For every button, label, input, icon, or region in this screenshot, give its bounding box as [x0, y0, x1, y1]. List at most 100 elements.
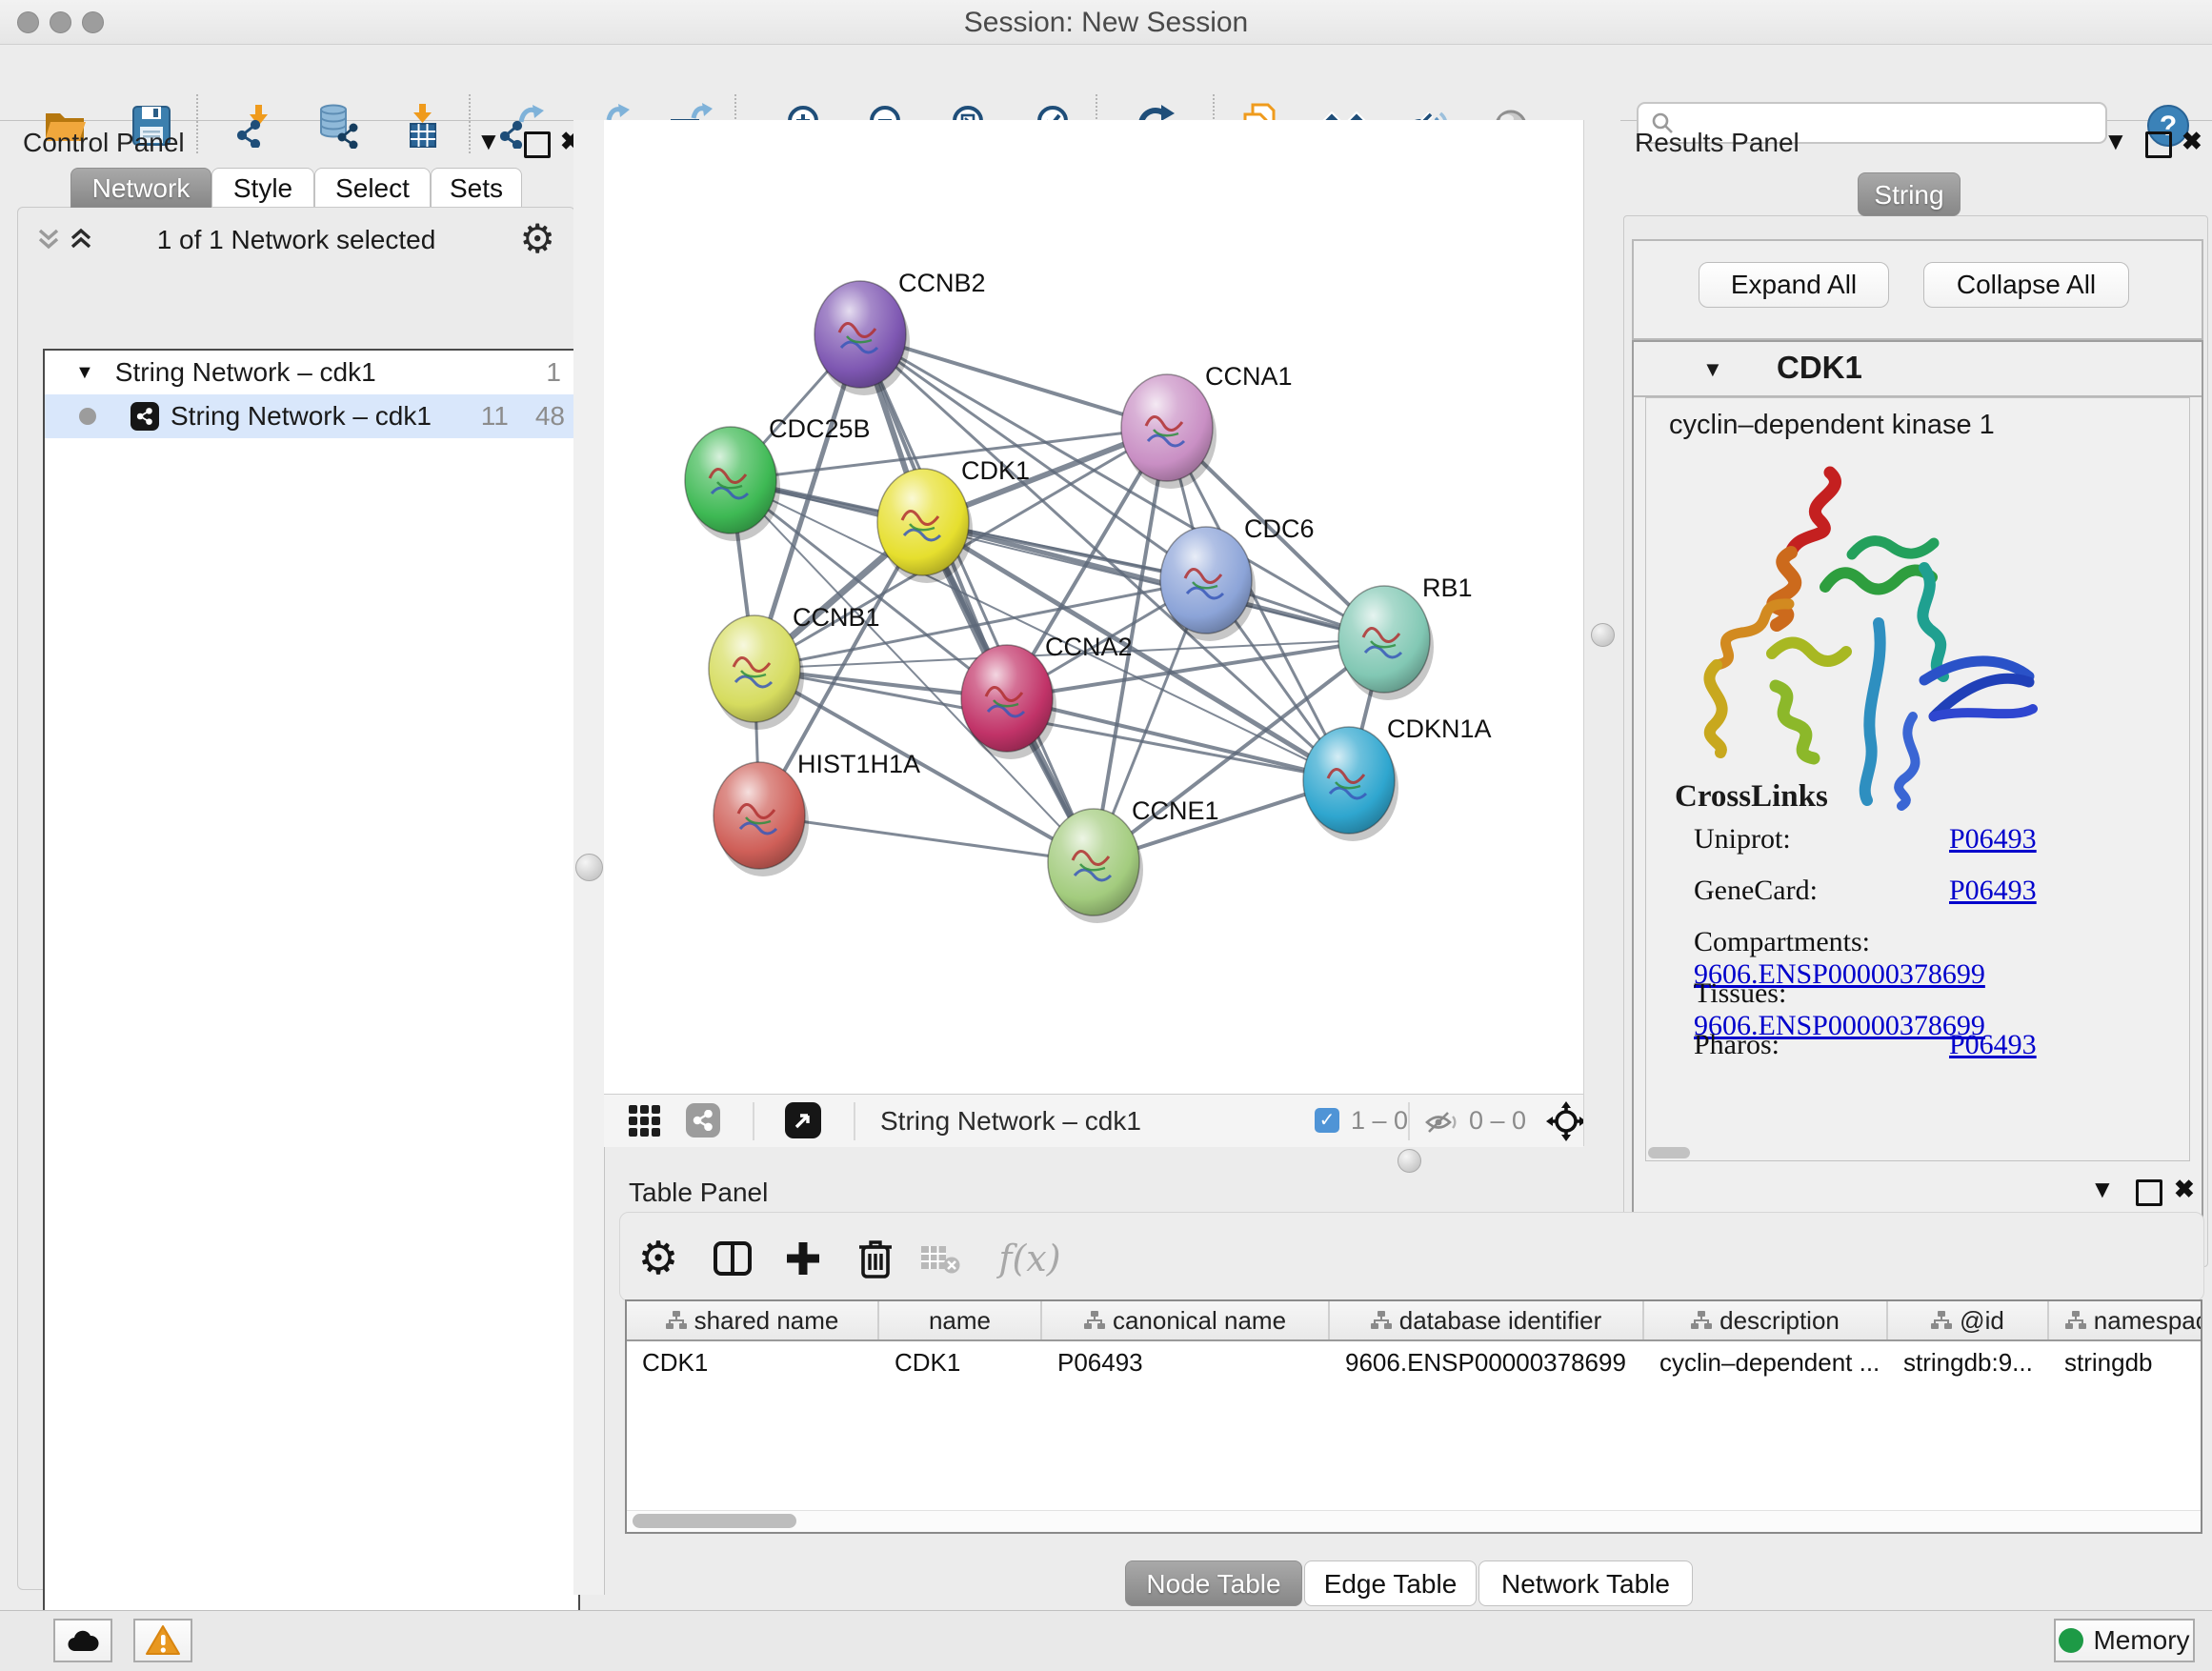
tab-edge-table[interactable]: Edge Table: [1304, 1560, 1477, 1606]
add-column-button[interactable]: [774, 1230, 832, 1287]
delete-table-icon: [919, 1242, 961, 1275]
node-label-cdk1: CDK1: [961, 456, 1030, 485]
network-node-ccnb2[interactable]: [814, 281, 910, 395]
table-panel-close-icon[interactable]: ✖: [2174, 1176, 2195, 1202]
table-header-row: shared namename canonical name database id…: [627, 1301, 2201, 1341]
crosslinks-list: Uniprot:P06493GeneCard:P06493Compartment…: [1694, 823, 2180, 1080]
network-node-cdk1[interactable]: [877, 469, 973, 583]
network-canvas[interactable]: CCNB2CCNA1CDC25BCDK1CDC6RB1CCNB1CCNA2CDK…: [604, 120, 1583, 1094]
control-panel: Control Panel ▼ ✖ Network Style Select S…: [10, 120, 573, 1595]
tab-select[interactable]: Select: [314, 168, 431, 208]
right-splitter-handle[interactable]: [1591, 623, 1615, 647]
warning-icon: [145, 1624, 181, 1657]
table-row[interactable]: CDK1CDK1P064939606.ENSP00000378699cyclin…: [627, 1341, 2201, 1383]
share-view-icon[interactable]: [686, 1103, 720, 1137]
crosshair-icon[interactable]: [1545, 1100, 1587, 1142]
table-gear-button[interactable]: ⚙: [630, 1230, 687, 1287]
crosslink-link[interactable]: P06493: [1949, 823, 2037, 855]
control-panel-maximize-icon[interactable]: [524, 131, 551, 158]
results-panel-close-icon[interactable]: ✖: [2182, 128, 2202, 154]
plus-icon: [784, 1239, 822, 1278]
node-label-ccna1: CCNA1: [1205, 362, 1293, 391]
table-hscrollbar[interactable]: [627, 1510, 2201, 1532]
expand-all-button[interactable]: Expand All: [1699, 262, 1889, 308]
table-cell: stringdb: [2049, 1348, 2202, 1378]
results-panel-float-icon[interactable]: ▼: [2103, 128, 2128, 154]
columns-button[interactable]: [704, 1230, 761, 1287]
delete-table-button[interactable]: [912, 1230, 969, 1287]
results-panel-title: Results Panel: [1635, 128, 1800, 158]
column-tree-icon: [1931, 1311, 1952, 1330]
column-header-description[interactable]: description: [1644, 1301, 1888, 1339]
left-splitter[interactable]: [573, 120, 605, 1595]
main-toolbar: ?: [0, 45, 2212, 121]
bottom-splitter-handle[interactable]: [1398, 1149, 1421, 1173]
warning-button[interactable]: [133, 1619, 192, 1662]
network-node-cdc6[interactable]: [1160, 527, 1256, 641]
tab-style[interactable]: Style: [211, 168, 314, 208]
right-splitter[interactable]: [1583, 120, 1620, 1146]
table-panel-maximize-icon[interactable]: [2136, 1179, 2162, 1206]
column-header--id[interactable]: @id: [1888, 1301, 2049, 1339]
results-scrollbar-thumb[interactable]: [1648, 1147, 1690, 1158]
selected-checkbox[interactable]: ✓: [1315, 1108, 1339, 1133]
column-header-name[interactable]: name: [879, 1301, 1042, 1339]
tab-node-table[interactable]: Node Table: [1125, 1560, 1302, 1606]
left-splitter-handle[interactable]: [575, 854, 603, 881]
selected-count: 1 – 0: [1351, 1106, 1408, 1136]
column-header-shared-name[interactable]: shared name: [627, 1301, 879, 1339]
birdseye-icon[interactable]: [785, 1102, 821, 1138]
column-tree-icon: [1691, 1311, 1712, 1330]
crosslink-link[interactable]: P06493: [1949, 1029, 2037, 1060]
network-node-hist1h1a[interactable]: [714, 762, 809, 876]
column-header-label: canonical name: [1113, 1306, 1286, 1336]
tab-network[interactable]: Network: [70, 168, 211, 208]
section-collapse-arrow-icon[interactable]: ▼: [1702, 357, 1723, 382]
network-node-ccne1[interactable]: [1048, 809, 1143, 923]
titlebar: Session: New Session: [0, 0, 2212, 45]
hidden-count: 0 – 0: [1469, 1106, 1526, 1136]
results-panel-maximize-icon[interactable]: [2145, 131, 2172, 158]
network-node-ccna2[interactable]: [961, 645, 1056, 759]
tab-string[interactable]: String: [1858, 172, 1961, 216]
cloud-button[interactable]: [53, 1619, 112, 1662]
column-header-database-identifier[interactable]: database identifier: [1330, 1301, 1644, 1339]
column-tree-icon: [1371, 1311, 1392, 1330]
node-label-cdc6: CDC6: [1244, 514, 1315, 543]
crosslink-label: Uniprot:: [1694, 823, 1949, 856]
column-header-label: namespace: [2094, 1306, 2202, 1336]
table-hscrollbar-thumb[interactable]: [633, 1514, 796, 1528]
network-tree: ▼ String Network – cdk1 1 Str: [43, 349, 580, 1669]
tab-network-table[interactable]: Network Table: [1478, 1560, 1693, 1606]
network-options-gear-icon[interactable]: ⚙: [519, 215, 555, 262]
network-node-cdc25b[interactable]: [685, 427, 780, 541]
crosslink-link[interactable]: P06493: [1949, 875, 2037, 906]
network-view-title: String Network – cdk1: [880, 1106, 1141, 1137]
column-header-canonical-name[interactable]: canonical name: [1042, 1301, 1330, 1339]
crosslink-label: GeneCard:: [1694, 875, 1949, 907]
collection-expand-arrow-icon[interactable]: ▼: [75, 362, 94, 384]
node-label-hist1h1a: HIST1H1A: [797, 750, 920, 778]
network-node-rb1[interactable]: [1338, 586, 1434, 700]
bar-separator: [753, 1102, 754, 1140]
network-collection-row[interactable]: ▼ String Network – cdk1 1: [45, 351, 578, 394]
network-node-ccna1[interactable]: [1121, 374, 1217, 489]
node-section-header[interactable]: ▼ CDK1: [1634, 342, 2202, 397]
network-node-ccnb1[interactable]: [709, 615, 804, 730]
node-label-ccnb1: CCNB1: [793, 603, 880, 632]
network-tab-panel: 1 of 1 Network selected ⚙ ▼ String Netwo…: [17, 207, 575, 1590]
collapse-all-button[interactable]: Collapse All: [1923, 262, 2129, 308]
memory-button[interactable]: Memory: [2054, 1619, 2195, 1662]
column-header-namespace[interactable]: namespace: [2049, 1301, 2202, 1339]
tab-sets[interactable]: Sets: [431, 168, 522, 208]
control-panel-float-icon[interactable]: ▼: [476, 128, 501, 154]
network-node-cdkn1a[interactable]: [1303, 727, 1398, 841]
grid-view-icon[interactable]: [629, 1105, 661, 1137]
function-builder-button[interactable]: f(x): [990, 1230, 1070, 1287]
protein-structure-image: [1684, 461, 2046, 812]
memory-status-dot: [2059, 1628, 2083, 1653]
network-row[interactable]: String Network – cdk1 11 48: [45, 394, 578, 438]
hidden-eye-icon: [1425, 1109, 1461, 1136]
table-panel-float-icon[interactable]: ▼: [2090, 1176, 2115, 1202]
delete-column-button[interactable]: [847, 1230, 904, 1287]
